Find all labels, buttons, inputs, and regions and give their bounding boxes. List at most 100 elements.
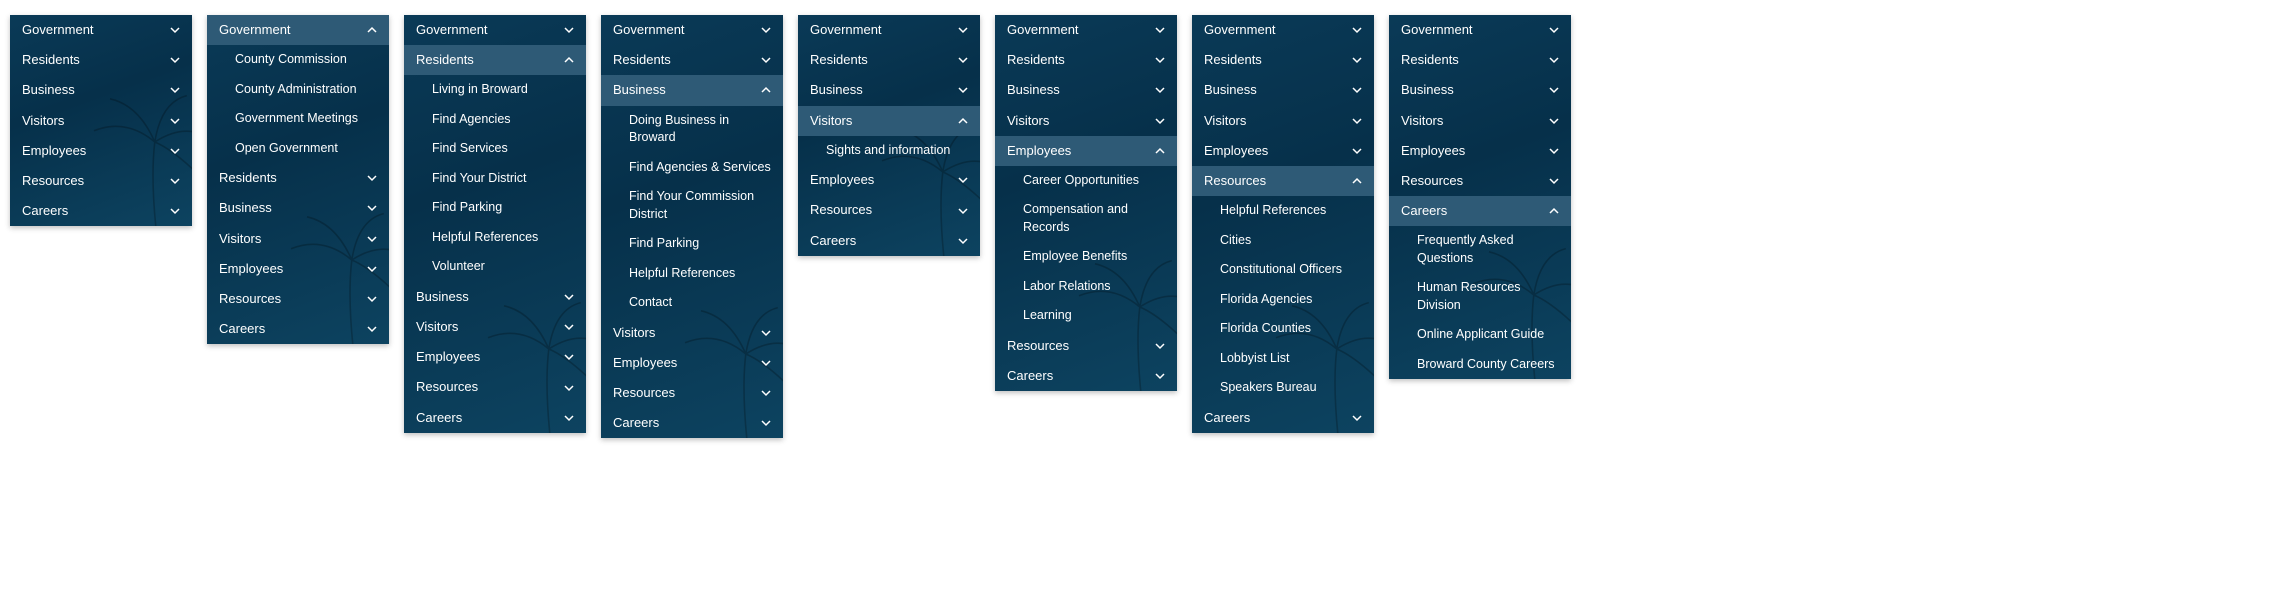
nav-subitem-human-resources-division[interactable]: Human Resources Division (1389, 273, 1571, 320)
nav-item-visitors[interactable]: Visitors (404, 312, 586, 342)
nav-item-careers[interactable]: Careers (1192, 403, 1374, 433)
nav-subitem-helpful-references[interactable]: Helpful References (404, 223, 586, 253)
nav-item-business[interactable]: Business (601, 75, 783, 105)
nav-subitem-online-applicant-guide[interactable]: Online Applicant Guide (1389, 320, 1571, 350)
chevron-up-icon (564, 55, 574, 65)
nav-item-business[interactable]: Business (798, 75, 980, 105)
nav-item-business[interactable]: Business (1192, 75, 1374, 105)
nav-subitem-find-agencies[interactable]: Find Agencies (404, 105, 586, 135)
nav-item-employees[interactable]: Employees (798, 165, 980, 195)
nav-item-employees[interactable]: Employees (601, 348, 783, 378)
nav-subitem-sights-and-information[interactable]: Sights and information (798, 136, 980, 166)
nav-item-employees[interactable]: Employees (1389, 136, 1571, 166)
nav-item-visitors[interactable]: Visitors (601, 318, 783, 348)
nav-item-government[interactable]: Government (1389, 15, 1571, 45)
nav-item-residents[interactable]: Residents (798, 45, 980, 75)
nav-item-residents[interactable]: Residents (1389, 45, 1571, 75)
nav-subitem-helpful-references[interactable]: Helpful References (1192, 196, 1374, 226)
nav-subitem-career-opportunities[interactable]: Career Opportunities (995, 166, 1177, 196)
nav-subitem-doing-business-in-broward[interactable]: Doing Business in Broward (601, 106, 783, 153)
nav-item-careers[interactable]: Careers (1389, 196, 1571, 226)
nav-item-resources[interactable]: Resources (10, 166, 192, 196)
nav-subitem-county-administration[interactable]: County Administration (207, 75, 389, 105)
nav-subitem-label: Compensation and Records (1023, 201, 1165, 236)
chevron-down-icon (170, 85, 180, 95)
nav-item-careers[interactable]: Careers (10, 196, 192, 226)
nav-subitem-constitutional-officers[interactable]: Constitutional Officers (1192, 255, 1374, 285)
nav-subitem-frequently-asked-questions[interactable]: Frequently Asked Questions (1389, 226, 1571, 273)
nav-item-careers[interactable]: Careers (798, 226, 980, 256)
nav-item-residents[interactable]: Residents (601, 45, 783, 75)
nav-subitem-broward-county-careers[interactable]: Broward County Careers (1389, 350, 1571, 380)
nav-item-business[interactable]: Business (207, 193, 389, 223)
nav-item-government[interactable]: Government (207, 15, 389, 45)
nav-item-residents[interactable]: Residents (404, 45, 586, 75)
nav-subitem-labor-relations[interactable]: Labor Relations (995, 272, 1177, 302)
nav-subitem-find-your-district[interactable]: Find Your District (404, 164, 586, 194)
nav-item-government[interactable]: Government (1192, 15, 1374, 45)
nav-item-careers[interactable]: Careers (404, 403, 586, 433)
nav-subitem-lobbyist-list[interactable]: Lobbyist List (1192, 344, 1374, 374)
chevron-down-icon (367, 324, 377, 334)
nav-subitem-compensation-and-records[interactable]: Compensation and Records (995, 195, 1177, 242)
nav-item-residents[interactable]: Residents (995, 45, 1177, 75)
nav-subitem-label: Find Agencies (432, 111, 574, 129)
nav-subitem-volunteer[interactable]: Volunteer (404, 252, 586, 282)
nav-item-government[interactable]: Government (798, 15, 980, 45)
nav-item-resources[interactable]: Resources (404, 372, 586, 402)
nav-item-visitors[interactable]: Visitors (995, 106, 1177, 136)
nav-subitem-florida-agencies[interactable]: Florida Agencies (1192, 285, 1374, 315)
nav-item-government[interactable]: Government (10, 15, 192, 45)
nav-item-visitors[interactable]: Visitors (798, 106, 980, 136)
nav-subitem-employee-benefits[interactable]: Employee Benefits (995, 242, 1177, 272)
nav-subitem-find-services[interactable]: Find Services (404, 134, 586, 164)
nav-item-visitors[interactable]: Visitors (10, 106, 192, 136)
nav-subitem-county-commission[interactable]: County Commission (207, 45, 389, 75)
nav-subitem-find-parking[interactable]: Find Parking (404, 193, 586, 223)
chevron-down-icon (761, 328, 771, 338)
nav-item-resources[interactable]: Resources (798, 195, 980, 225)
nav-item-resources[interactable]: Resources (601, 378, 783, 408)
nav-item-employees[interactable]: Employees (404, 342, 586, 372)
nav-item-employees[interactable]: Employees (207, 254, 389, 284)
nav-item-label: Business (416, 288, 558, 306)
nav-subitem-speakers-bureau[interactable]: Speakers Bureau (1192, 373, 1374, 403)
nav-item-resources[interactable]: Resources (1389, 166, 1571, 196)
nav-item-visitors[interactable]: Visitors (207, 224, 389, 254)
nav-subitem-florida-counties[interactable]: Florida Counties (1192, 314, 1374, 344)
nav-item-visitors[interactable]: Visitors (1192, 106, 1374, 136)
nav-item-residents[interactable]: Residents (207, 163, 389, 193)
nav-item-employees[interactable]: Employees (995, 136, 1177, 166)
nav-item-business[interactable]: Business (995, 75, 1177, 105)
nav-subitem-find-parking[interactable]: Find Parking (601, 229, 783, 259)
nav-item-employees[interactable]: Employees (10, 136, 192, 166)
nav-subitem-learning[interactable]: Learning (995, 301, 1177, 331)
nav-item-business[interactable]: Business (10, 75, 192, 105)
nav-item-label: Visitors (1204, 112, 1346, 130)
nav-subitem-government-meetings[interactable]: Government Meetings (207, 104, 389, 134)
nav-subitem-find-your-commission-district[interactable]: Find Your Commission District (601, 182, 783, 229)
nav-item-resources[interactable]: Resources (995, 331, 1177, 361)
nav-item-business[interactable]: Business (404, 282, 586, 312)
nav-subitem-living-in-broward[interactable]: Living in Broward (404, 75, 586, 105)
nav-subitem-label: County Administration (235, 81, 377, 99)
nav-item-residents[interactable]: Residents (1192, 45, 1374, 75)
nav-subitem-contact[interactable]: Contact (601, 288, 783, 318)
nav-subitem-open-government[interactable]: Open Government (207, 134, 389, 164)
nav-item-careers[interactable]: Careers (207, 314, 389, 344)
nav-subitem-helpful-references[interactable]: Helpful References (601, 259, 783, 289)
nav-item-careers[interactable]: Careers (601, 408, 783, 438)
nav-item-government[interactable]: Government (404, 15, 586, 45)
chevron-down-icon (1155, 371, 1165, 381)
nav-item-employees[interactable]: Employees (1192, 136, 1374, 166)
nav-item-business[interactable]: Business (1389, 75, 1571, 105)
nav-item-careers[interactable]: Careers (995, 361, 1177, 391)
nav-item-government[interactable]: Government (601, 15, 783, 45)
nav-item-visitors[interactable]: Visitors (1389, 106, 1571, 136)
nav-subitem-find-agencies-services[interactable]: Find Agencies & Services (601, 153, 783, 183)
nav-item-residents[interactable]: Residents (10, 45, 192, 75)
nav-item-government[interactable]: Government (995, 15, 1177, 45)
nav-item-resources[interactable]: Resources (207, 284, 389, 314)
nav-subitem-cities[interactable]: Cities (1192, 226, 1374, 256)
nav-item-resources[interactable]: Resources (1192, 166, 1374, 196)
